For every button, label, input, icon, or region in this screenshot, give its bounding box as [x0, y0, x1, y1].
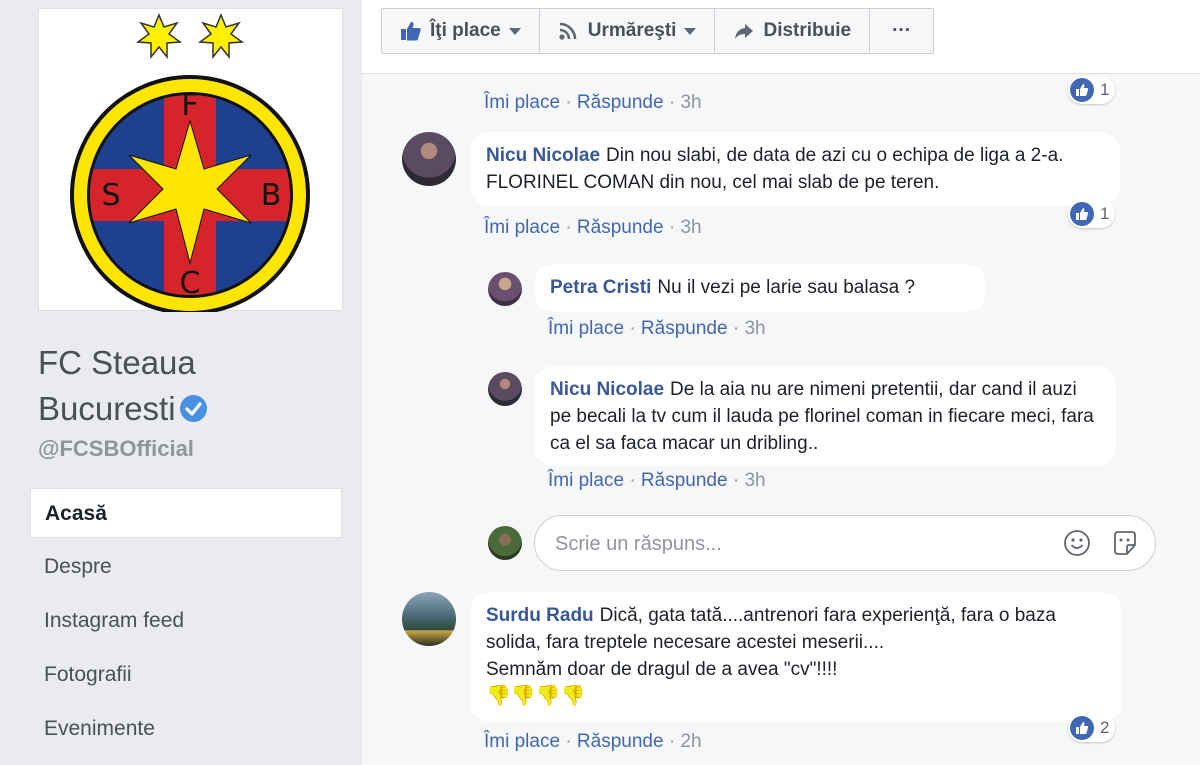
comment-author-link[interactable]: Surdu Radu: [486, 605, 594, 626]
reply-composer: [534, 515, 1156, 571]
more-options-button[interactable]: ···: [870, 9, 933, 53]
comment-timestamp[interactable]: 3h: [680, 92, 701, 113]
comments-section: Îmi place · Răspunde · 3h 1 Nicu Nicolae…: [362, 74, 1200, 765]
nav-item-instagram-feed[interactable]: Instagram feed: [30, 596, 342, 646]
emoji-picker-icon[interactable]: [1063, 529, 1091, 562]
comment-timestamp[interactable]: 3h: [744, 470, 765, 491]
meta-separator: ·: [668, 92, 676, 113]
thumbs-down-emoji: 👎👎👎👎: [486, 685, 586, 707]
reaction-number: 1: [1100, 204, 1110, 223]
rss-follow-icon: [559, 22, 577, 40]
avatar[interactable]: [488, 372, 522, 406]
comment-reply-link[interactable]: Răspunde: [577, 92, 664, 113]
follow-label: Urmăreşti: [587, 20, 677, 41]
comment-like-link[interactable]: Îmi place: [484, 217, 560, 238]
page-title-text[interactable]: FC Steaua Bucuresti: [38, 344, 196, 427]
nav-item-about[interactable]: Despre: [30, 542, 342, 592]
comment-meta: Îmi place · Răspunde · 3h: [548, 470, 766, 492]
avatar[interactable]: [488, 272, 522, 306]
svg-text:C: C: [180, 266, 201, 301]
fcsb-logo-icon: F S B C: [70, 13, 310, 312]
avatar[interactable]: [402, 592, 456, 646]
like-page-button[interactable]: Îţi place: [382, 9, 540, 53]
comment-like-link[interactable]: Îmi place: [548, 470, 624, 491]
reaction-number: 2: [1100, 718, 1110, 737]
like-reaction-icon: [1070, 202, 1094, 226]
share-arrow-icon: [735, 24, 754, 39]
post-area: Îţi place Urmăreşti Distribuie ··· Îmi p…: [362, 0, 1200, 765]
sticker-icon[interactable]: [1111, 529, 1139, 562]
reply-bubble: Nicu Nicolae De la aia nu are nimeni pret…: [534, 366, 1116, 466]
meta-separator: ·: [629, 318, 636, 339]
nav-item-home[interactable]: Acasă: [30, 488, 342, 538]
comment-author-link[interactable]: Nicu Nicolae: [486, 145, 600, 166]
comment-meta: Îmi place · Răspunde · 2h: [484, 731, 702, 753]
page-actions: Îţi place Urmăreşti Distribuie ···: [381, 8, 935, 54]
page-handle[interactable]: @FCSBOfficial: [38, 436, 194, 462]
comment-text: Nu il vezi pe larie sau balasa ?: [657, 277, 916, 298]
reaction-number: 1: [1100, 80, 1110, 99]
more-icon: ···: [892, 20, 912, 41]
comment-reply-link[interactable]: Răspunde: [577, 731, 664, 752]
comment-timestamp[interactable]: 3h: [744, 318, 765, 339]
page-sidebar: F S B C FC Steaua Bucuresti @FCSBOfficia…: [0, 0, 362, 765]
like-page-label: Îţi place: [430, 20, 501, 41]
meta-separator: ·: [565, 731, 572, 752]
page-title[interactable]: FC Steaua Bucuresti: [38, 340, 338, 432]
thumbs-up-icon: [401, 22, 421, 41]
meta-separator: ·: [668, 731, 676, 752]
svg-text:B: B: [261, 178, 282, 213]
comment-author-link[interactable]: Nicu Nicolae: [550, 379, 664, 400]
comment-timestamp[interactable]: 3h: [680, 217, 701, 238]
comment-bubble: Surdu Radu Dică, gata tată....antrenori f…: [470, 592, 1122, 722]
like-reaction-icon: [1070, 78, 1094, 102]
comment-reply-link[interactable]: Răspunde: [641, 470, 728, 491]
reaction-count[interactable]: 1: [1068, 200, 1116, 228]
comment-reply-link[interactable]: Răspunde: [577, 217, 664, 238]
comment-like-link[interactable]: Îmi place: [484, 92, 560, 113]
meta-separator: ·: [732, 470, 740, 491]
page-action-bar: Îţi place Urmăreşti Distribuie ···: [362, 0, 1200, 74]
share-label: Distribuie: [763, 20, 852, 41]
comment-bubble: Nicu Nicolae Din nou slabi, de data de az…: [470, 132, 1120, 206]
chevron-down-icon: [508, 27, 521, 35]
comment-meta: Îmi place · Răspunde · 3h: [548, 318, 766, 340]
meta-separator: ·: [668, 217, 676, 238]
comment-meta: Îmi place · Răspunde · 3h: [484, 92, 702, 114]
comment-text-line: Semnăm doar de dragul de a avea "cv"!!!!: [486, 659, 838, 680]
meta-separator: ·: [565, 92, 572, 113]
nav-item-events[interactable]: Evenimente: [30, 704, 342, 754]
chevron-down-icon: [684, 27, 697, 35]
meta-separator: ·: [732, 318, 740, 339]
comment-like-link[interactable]: Îmi place: [548, 318, 624, 339]
follow-button[interactable]: Urmăreşti: [540, 9, 716, 53]
reply-bubble: Petra Cristi Nu il vezi pe larie sau bala…: [534, 264, 986, 312]
comment-body: Surdu Radu Dică, gata tată....antrenori f…: [486, 602, 1106, 656]
reaction-count[interactable]: 2: [1068, 714, 1116, 742]
comment-reply-link[interactable]: Răspunde: [641, 318, 728, 339]
reply-input[interactable]: [553, 528, 1037, 560]
meta-separator: ·: [565, 217, 572, 238]
page-nav: Acasă Despre Instagram feed Fotografii E…: [30, 488, 342, 758]
comment-meta: Îmi place · Răspunde · 3h: [484, 217, 702, 239]
comment-like-link[interactable]: Îmi place: [484, 731, 560, 752]
svg-text:F: F: [181, 88, 198, 123]
current-user-avatar[interactable]: [488, 526, 522, 560]
comment-author-link[interactable]: Petra Cristi: [550, 277, 651, 298]
avatar[interactable]: [402, 132, 456, 186]
share-button[interactable]: Distribuie: [715, 9, 871, 53]
reaction-count[interactable]: 1: [1068, 76, 1116, 104]
meta-separator: ·: [629, 470, 636, 491]
nav-item-photos[interactable]: Fotografii: [30, 650, 342, 700]
comment-timestamp[interactable]: 2h: [680, 731, 701, 752]
like-reaction-icon: [1070, 716, 1094, 740]
page-profile-picture[interactable]: F S B C: [38, 8, 343, 312]
svg-text:S: S: [101, 178, 120, 213]
verified-badge-icon: [179, 394, 207, 422]
